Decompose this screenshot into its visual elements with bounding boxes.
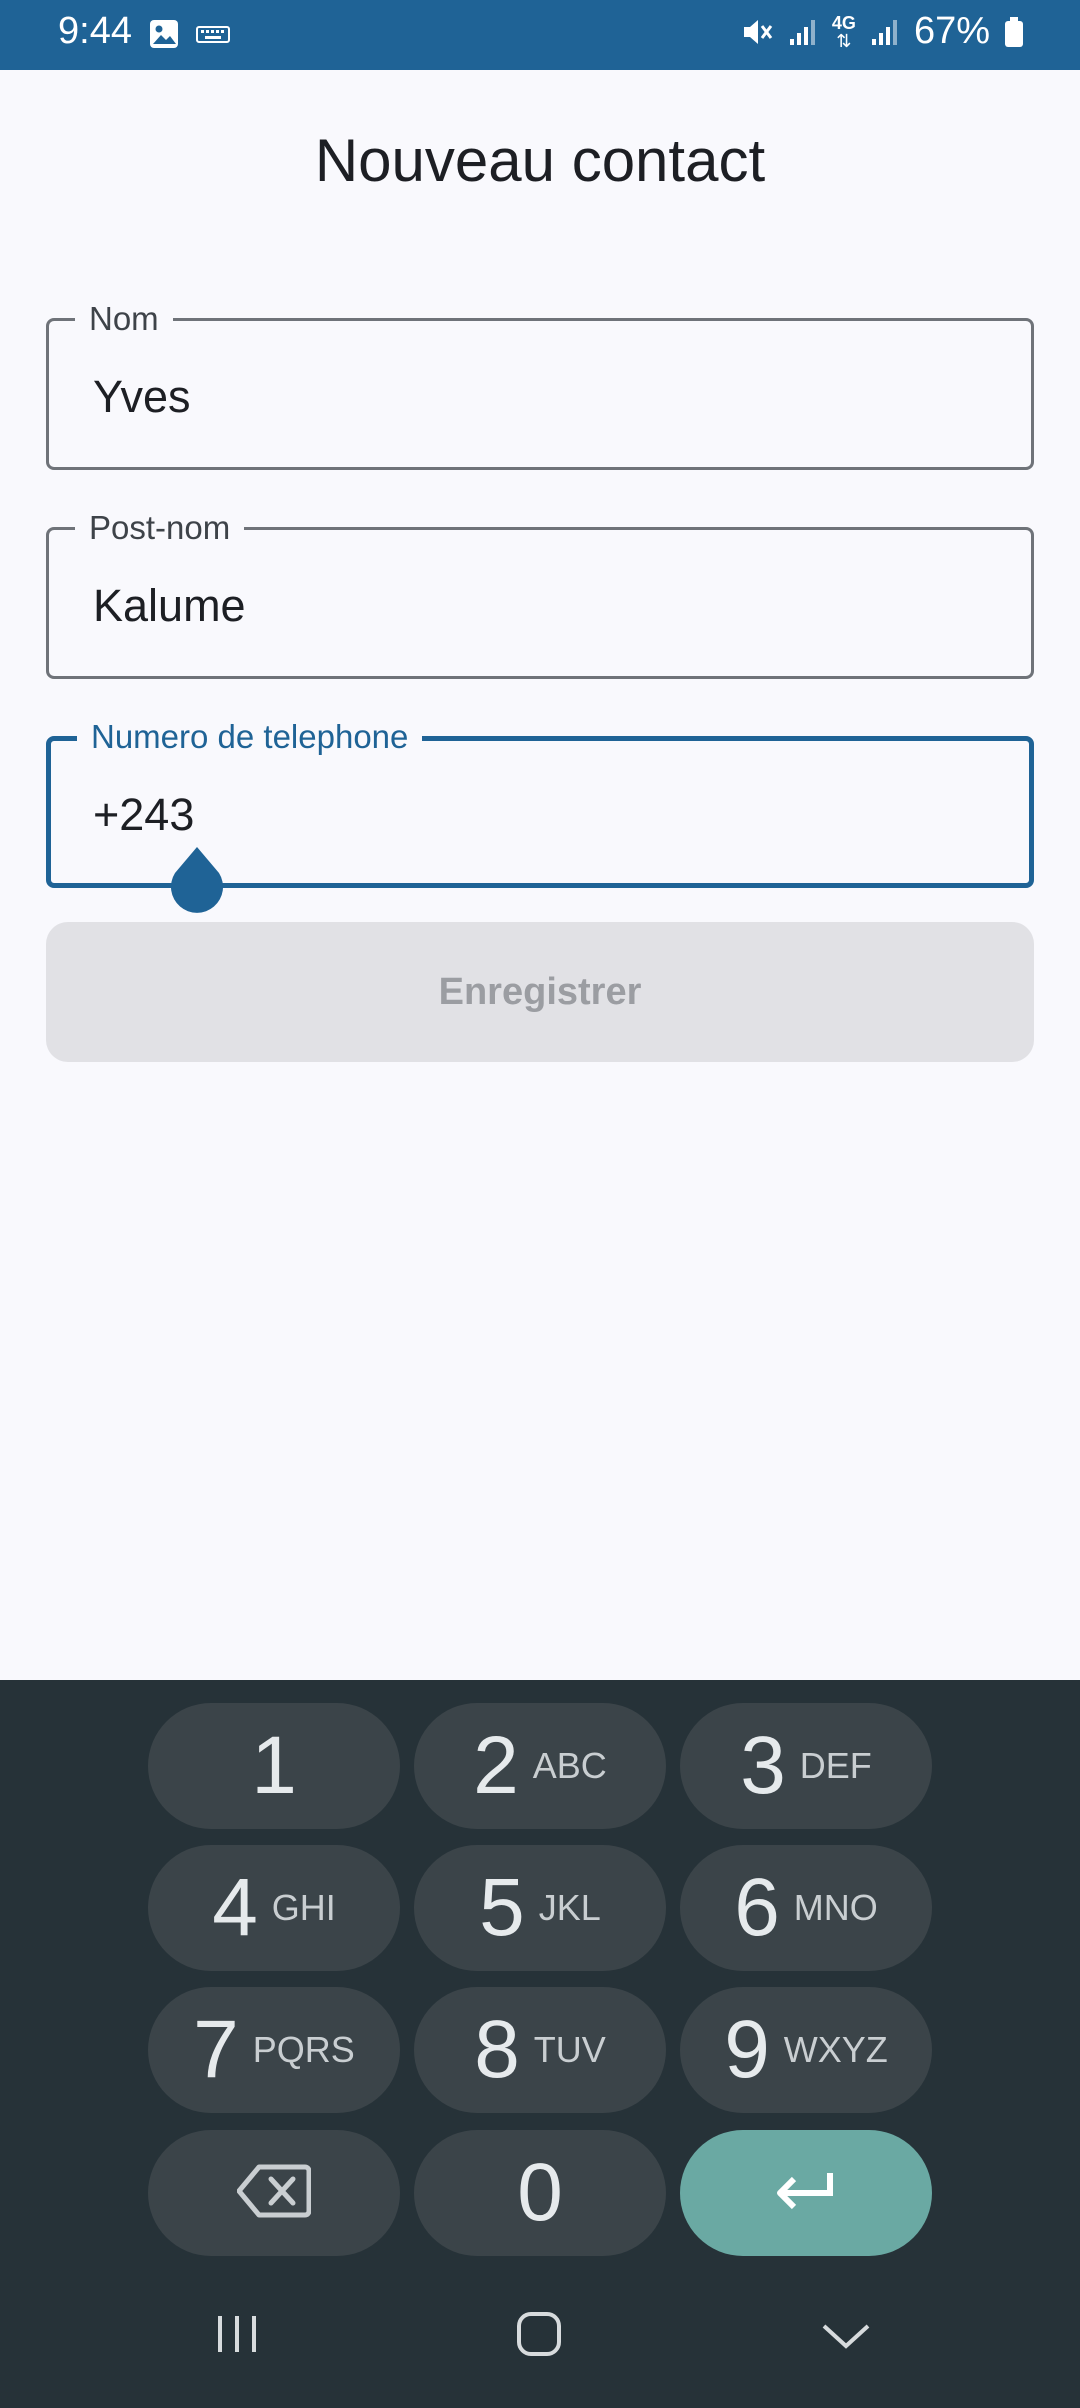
- backspace-key[interactable]: [148, 2130, 400, 2256]
- key-2[interactable]: 2 ABC: [414, 1703, 666, 1829]
- image-icon: [148, 18, 180, 55]
- key-0[interactable]: 0: [414, 2130, 666, 2256]
- telephone-label: Numero de telephone: [77, 717, 423, 757]
- save-button[interactable]: Enregistrer: [46, 922, 1034, 1062]
- keyboard-icon: [196, 24, 230, 49]
- key-6[interactable]: 6 MNO: [680, 1845, 932, 1971]
- key-3[interactable]: 3 DEF: [680, 1703, 932, 1829]
- text-cursor-handle[interactable]: [167, 845, 227, 915]
- key-7[interactable]: 7 PQRS: [148, 1987, 400, 2113]
- nom-value: Yves: [93, 371, 191, 422]
- nom-field[interactable]: Nom Yves: [46, 299, 1034, 470]
- key-4[interactable]: 4 GHI: [148, 1845, 400, 1971]
- backspace-icon: [236, 2163, 312, 2224]
- key-1[interactable]: 1: [148, 1703, 400, 1829]
- signal-icon: [788, 17, 818, 47]
- battery-percent: 67%: [913, 10, 990, 52]
- nom-label: Nom: [75, 299, 173, 339]
- key-5[interactable]: 5 JKL: [414, 1845, 666, 1971]
- enter-key[interactable]: [680, 2130, 932, 2256]
- signal-icon: [870, 17, 900, 47]
- post-nom-label: Post-nom: [75, 508, 245, 548]
- navigation-bar: [0, 2270, 1080, 2408]
- home-icon[interactable]: [514, 2310, 564, 2363]
- page-title: Nouveau contact: [314, 127, 766, 194]
- recent-apps-icon[interactable]: [212, 2310, 262, 2363]
- telephone-value: +243: [93, 789, 195, 840]
- key-9[interactable]: 9 WXYZ: [680, 1987, 932, 2113]
- status-bar: 9:44 4G ⇅ 67%: [0, 0, 1080, 70]
- hide-keyboard-icon[interactable]: [818, 2310, 874, 2363]
- post-nom-field[interactable]: Post-nom Kalume: [46, 508, 1034, 679]
- status-time: 9:44: [58, 10, 132, 52]
- status-left-icons: [148, 18, 230, 55]
- mute-icon: [740, 15, 774, 49]
- status-right: 4G ⇅ 67%: [740, 10, 1024, 53]
- post-nom-value: Kalume: [93, 580, 246, 631]
- battery-icon: [1004, 16, 1024, 48]
- enter-icon: [774, 2169, 838, 2218]
- 4g-icon: 4G ⇅: [831, 12, 856, 51]
- key-8[interactable]: 8 TUV: [414, 1987, 666, 2113]
